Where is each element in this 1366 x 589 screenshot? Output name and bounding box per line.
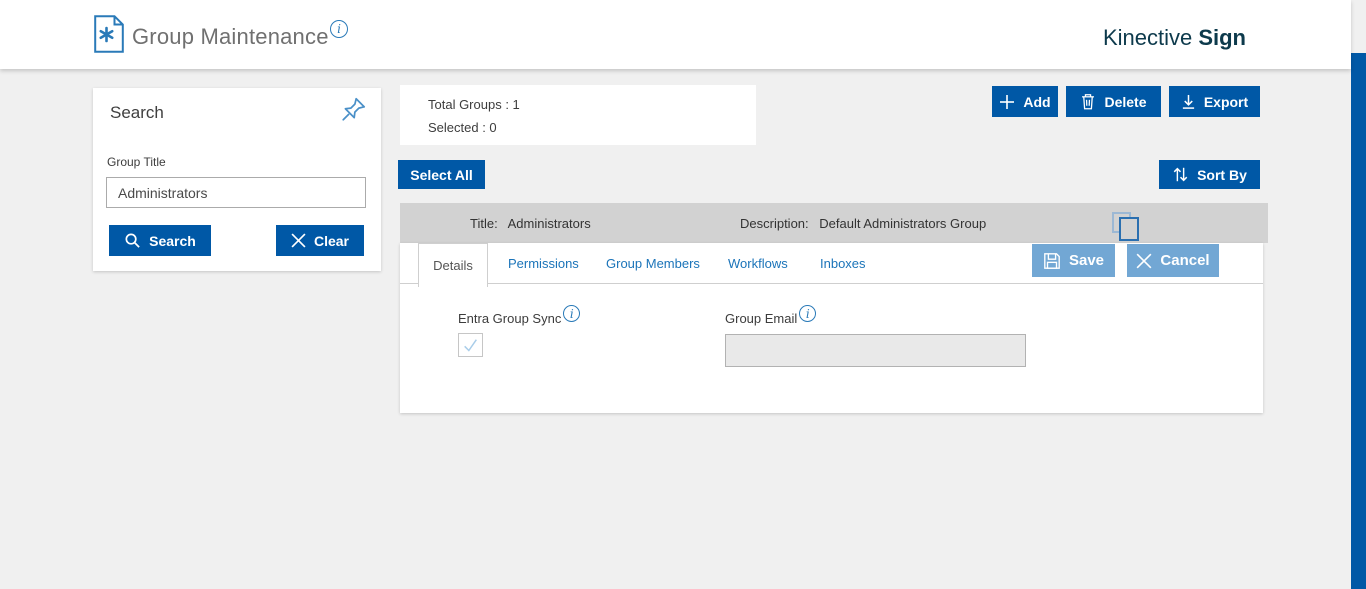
group-title-input[interactable]	[106, 177, 366, 208]
cancel-button[interactable]: Cancel	[1127, 244, 1219, 277]
brand-logo: Kinective Sign	[1103, 25, 1246, 51]
group-title-value: Administrators	[508, 216, 591, 231]
group-email-input	[725, 334, 1026, 367]
trash-icon	[1080, 93, 1096, 110]
sort-by-button[interactable]: Sort By	[1159, 160, 1260, 189]
selected-count: Selected : 0	[428, 120, 497, 135]
add-button[interactable]: Add	[992, 86, 1058, 117]
select-all-button[interactable]: Select All	[398, 160, 485, 189]
pin-icon[interactable]	[340, 95, 368, 123]
tab-inboxes[interactable]: Inboxes	[820, 256, 866, 271]
group-description-pair: Description: Default Administrators Grou…	[740, 216, 986, 231]
search-panel-title: Search	[110, 103, 164, 123]
close-icon	[1136, 253, 1152, 269]
page-info-icon[interactable]	[330, 20, 348, 38]
plus-icon	[999, 94, 1015, 110]
download-icon	[1181, 94, 1196, 110]
check-icon	[462, 338, 479, 353]
tab-details[interactable]: Details	[418, 243, 488, 287]
save-button[interactable]: Save	[1032, 244, 1115, 277]
total-groups-count: Total Groups : 1	[428, 97, 520, 112]
group-title-label: Group Title	[107, 155, 166, 169]
tab-group-members[interactable]: Group Members	[606, 256, 700, 271]
page-title: Group Maintenance	[132, 24, 329, 50]
group-description-value: Default Administrators Group	[819, 216, 986, 231]
app-header: Group Maintenance Kinective Sign	[0, 0, 1351, 69]
app-logo-icon	[94, 15, 124, 53]
search-button[interactable]: Search	[109, 225, 211, 256]
scrollbar-thumb[interactable]	[1351, 53, 1366, 589]
clear-button[interactable]: Clear	[276, 225, 364, 256]
group-email-label: Group Email	[725, 311, 797, 326]
entra-group-sync-label: Entra Group Sync	[458, 311, 561, 326]
search-icon	[124, 232, 141, 249]
copy-icon[interactable]	[1112, 212, 1142, 242]
group-title-pair: Title: Administrators	[470, 216, 591, 231]
close-icon	[291, 233, 306, 248]
delete-button[interactable]: Delete	[1066, 86, 1161, 117]
tab-workflows[interactable]: Workflows	[728, 256, 788, 271]
sort-icon	[1172, 166, 1189, 183]
tab-strip-divider	[400, 283, 1263, 284]
save-icon	[1043, 252, 1061, 270]
tab-permissions[interactable]: Permissions	[508, 256, 579, 271]
summary-box: Total Groups : 1 Selected : 0	[400, 85, 756, 145]
entra-group-sync-checkbox	[458, 333, 483, 357]
search-panel: Search Group Title Search Clear	[93, 88, 381, 271]
export-button[interactable]: Export	[1169, 86, 1260, 117]
